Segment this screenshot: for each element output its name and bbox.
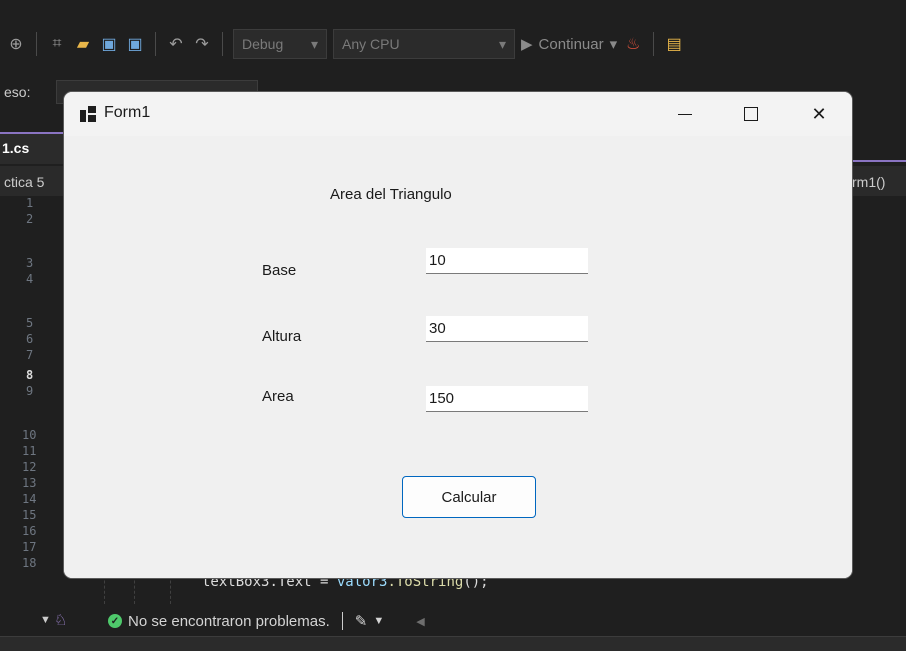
new-item-icon[interactable]: ⌗ (47, 34, 67, 54)
scroll-left-icon[interactable]: ◀ (416, 615, 424, 628)
line-number: 7 (26, 348, 34, 362)
chevron-down-icon[interactable]: ▼ (373, 615, 384, 627)
issues-indicator[interactable]: ✓ No se encontraron problemas. ✎ ▼ ◀ (108, 612, 425, 630)
calcular-button[interactable]: Calcular (402, 476, 536, 518)
line-number: 3 (26, 256, 34, 270)
form-app-icon (80, 106, 96, 122)
navigate-forward-icon[interactable]: ⊕ (6, 34, 26, 54)
minimize-button[interactable] (652, 92, 718, 136)
form1-window: Form1 ✕ Area del Triangulo Base 10 Altur… (64, 92, 852, 578)
check-circle-icon: ✓ (108, 614, 122, 628)
ide-toolbar: ⊕ ⌗ ▰ ▣ ▣ ↶ ↷ Debug ▾ Any CPU ▾ ▶ Contin… (0, 20, 906, 68)
continue-button[interactable]: ▶ Continuar ▾ (521, 35, 618, 54)
chevron-down-icon: ▾ (498, 35, 506, 52)
close-button[interactable]: ✕ (786, 92, 852, 136)
toolbar-separator (36, 32, 37, 56)
line-number: 15 (22, 508, 37, 522)
line-number: 6 (26, 332, 34, 346)
bottom-strip (0, 636, 906, 651)
form-title: Form1 (104, 104, 151, 121)
line-number: 18 (22, 556, 37, 570)
maximize-button[interactable] (718, 92, 784, 136)
form-client-area: Area del Triangulo Base 10 Altura 30 Are… (64, 136, 852, 578)
play-icon: ▶ (521, 36, 533, 53)
save-all-icon[interactable]: ▣ (125, 34, 145, 54)
base-input[interactable]: 10 (426, 248, 588, 274)
altura-input[interactable]: 30 (426, 316, 588, 342)
copilot-icon[interactable]: ♘ (54, 611, 67, 629)
line-number: 14 (22, 492, 37, 506)
base-label: Base (262, 262, 297, 279)
platform-combo[interactable]: Any CPU ▾ (333, 29, 515, 59)
area-label: Area (262, 388, 294, 405)
line-number: 12 (22, 460, 37, 474)
line-number: 9 (26, 384, 34, 398)
project-nav-label: ctica 5 (4, 174, 45, 190)
editor-tab[interactable]: 1.cs (0, 132, 64, 164)
configuration-value: Debug (242, 36, 284, 52)
line-number-gutter: 1 2 3 4 5 6 7 8 9 10 11 12 13 14 15 16 17 18 (0, 196, 60, 604)
browse-icon[interactable]: ▤ (664, 34, 684, 54)
open-folder-icon[interactable]: ▰ (73, 34, 93, 54)
toolbar-separator (155, 32, 156, 56)
toolbar-separator (653, 32, 655, 56)
tab-accent-line (852, 160, 906, 162)
chevron-down-icon: ▾ (609, 36, 618, 53)
configuration-combo[interactable]: Debug ▾ (233, 29, 327, 59)
close-icon: ✕ (811, 103, 827, 124)
toolbar-separator (222, 32, 223, 56)
status-separator (341, 612, 343, 630)
platform-value: Any CPU (342, 36, 400, 52)
line-number: 16 (22, 524, 37, 538)
project-nav-dropdown[interactable]: ctica 5 (0, 166, 64, 196)
editor-tab-label: 1.cs (2, 140, 30, 156)
redo-icon[interactable]: ↷ (192, 34, 212, 54)
altura-label: Altura (262, 328, 302, 345)
line-number: 13 (22, 476, 37, 490)
chevron-down-icon[interactable]: ▼ (40, 614, 51, 626)
save-icon[interactable]: ▣ (99, 34, 119, 54)
chevron-down-icon: ▾ (310, 35, 318, 52)
process-label: eso: (4, 84, 31, 100)
line-number: 2 (26, 212, 34, 226)
line-number: 11 (22, 444, 37, 458)
member-nav-label: rm1() (852, 174, 886, 190)
issues-message: No se encontraron problemas. (128, 612, 330, 630)
hot-reload-icon[interactable]: ♨ (623, 34, 643, 54)
line-number: 1 (26, 196, 34, 210)
form-title-bar[interactable]: Form1 ✕ (64, 92, 852, 136)
minimize-icon (678, 113, 692, 115)
maximize-icon (744, 107, 758, 121)
line-number: 5 (26, 316, 34, 330)
line-number: 17 (22, 540, 37, 554)
line-number: 8 (26, 368, 34, 382)
line-number: 10 (22, 428, 37, 442)
heading-label: Area del Triangulo (330, 186, 452, 203)
undo-icon[interactable]: ↶ (166, 34, 186, 54)
continue-label: Continuar (538, 35, 604, 53)
line-number: 4 (26, 272, 34, 286)
code-cleanup-icon[interactable]: ✎ (355, 612, 368, 630)
member-nav-dropdown[interactable]: rm1() (852, 166, 906, 196)
area-input[interactable]: 150 (426, 386, 588, 412)
